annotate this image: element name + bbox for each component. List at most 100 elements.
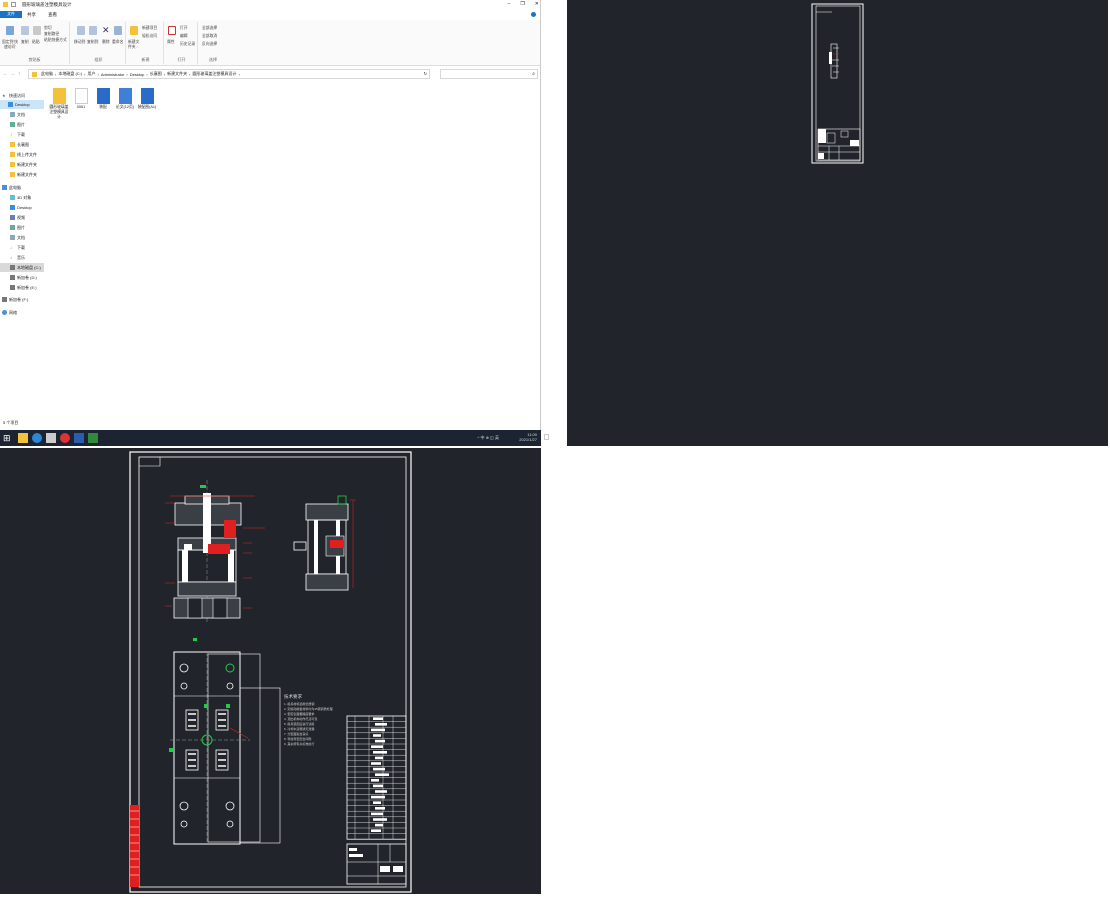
nav-item-drive-c[interactable]: 本地磁盘 (C:) [0,263,44,272]
note-line: 5. 模具装配后进行试模 [284,721,314,726]
tab-share[interactable]: 共享 [21,11,42,19]
nav-item-pictures[interactable]: 图片 [10,120,25,129]
file-item-dwg[interactable]: 装配图(A1) [136,88,158,110]
tray-icons[interactable]: ^ 中 ⊕ ◫ 英 [478,435,499,441]
music-icon: ♪ [10,255,12,260]
note-line: 2. 定模动模板材料均为45钢调质处理 [284,706,333,711]
nav-item-videos[interactable]: 视频 [10,213,25,222]
parts-list-cell-text [375,723,387,726]
nav-item-folder[interactable]: 长襄图 [10,140,29,149]
rename-button[interactable]: 重命名 [112,40,123,45]
app-icon[interactable] [46,433,56,443]
parts-list-cell-text [373,767,385,771]
refresh-icon[interactable]: ↻ [424,71,427,76]
file-item-blank[interactable]: 0061 [70,88,92,109]
minimize-button[interactable]: – [508,1,511,7]
breadcrumb-item[interactable]: 长襄图 [150,71,162,77]
nav-item-folder[interactable]: 线上传文件 [10,150,37,159]
breadcrumb-item[interactable]: Administrator [101,72,125,77]
close-button[interactable]: ✕ [535,1,539,7]
select-none-button[interactable]: 全部取消 [202,34,217,39]
breadcrumb-item[interactable]: 圆形玻璃盖注塑模具设计 [192,71,236,77]
parts-list-cell-text [375,790,387,793]
open-button[interactable]: 打开 [180,26,188,31]
browser-icon[interactable] [32,433,42,443]
nav-item-music[interactable]: ♪ 音乐 [10,253,25,262]
nav-item-pictures[interactable]: 图片 [10,223,25,232]
nav-this-pc[interactable]: 此电脑 [2,183,21,192]
nav-item-3d-objects[interactable]: 3D 对象 [10,193,31,202]
breadcrumb-item[interactable]: 本地磁盘 (C:) [58,71,82,77]
move-to-button[interactable]: 移动到 [74,40,85,45]
properties-button[interactable]: 属性 [167,40,175,45]
search-input[interactable]: ⌕ [440,69,538,79]
parts-list-cell-text [373,734,381,737]
excel-icon[interactable] [88,433,98,443]
nav-item-drive-d[interactable]: 新加卷 (D:) [10,273,37,282]
edit-button[interactable]: 编辑 [180,34,188,39]
breadcrumb-item[interactable]: 用户 [87,71,95,77]
file-item-folder[interactable]: 圆形玻璃盖注塑模具设计 [48,88,70,120]
nav-item-folder[interactable]: 新建文件夹 [10,160,37,169]
help-icon[interactable] [531,12,536,17]
nav-label: Desktop [17,205,32,210]
paste-button[interactable]: 粘贴 [32,40,40,45]
file-item-dwg[interactable]: 装配 [92,88,114,110]
paste-shortcut-button[interactable]: 粘贴快捷方式 [44,38,67,43]
new-item-button[interactable]: 新建项目 [142,26,157,31]
address-bar[interactable]: 此电脑 › 本地磁盘 (C:) › 用户 › Administrator › Deskt… [28,69,430,79]
windows-start-icon[interactable]: ⊞ [3,433,13,443]
nav-item-drive-e[interactable]: 新加卷 (E:) [10,283,37,292]
breadcrumb-item[interactable]: 新建文件夹 [167,71,187,77]
nav-item-folder[interactable]: 新建文件夹 [10,170,37,179]
technical-notes: 技术要求 1. 模具材料选用优质钢 2. 定模动模板材料均为45钢调质处理 3.… [284,693,333,746]
pictures-icon [10,225,15,230]
drive-icon [2,297,7,302]
parts-list-cell-text [371,829,381,832]
tab-file[interactable]: 文件 [0,11,22,18]
word-icon[interactable] [74,433,84,443]
notification-icon[interactable] [544,434,549,440]
cad-viewport-assembly-drawing[interactable]: 技术要求 1. 模具材料选用优质钢 2. 定模动模板材料均为45钢调质处理 3.… [0,448,541,894]
copy-to-button[interactable]: 复制到 [87,40,98,45]
parts-list-cell-text [375,756,383,760]
tab-view[interactable]: 查看 [42,11,63,19]
forward-arrow-icon[interactable]: → [10,71,15,77]
parts-list-cell-text [375,739,385,743]
file-item-doc[interactable]: 论文(12页) [114,88,136,110]
nav-network[interactable]: 网络 [2,308,17,317]
clock-date[interactable]: 2021/1/27 [519,437,537,442]
breadcrumb-item[interactable]: Desktop [130,72,145,77]
breadcrumb-item[interactable]: 此电脑 [41,71,53,77]
nav-quick-access[interactable]: ★ 快速访问 [2,91,25,100]
easy-access-button[interactable]: 轻松访问 [142,34,157,39]
invert-selection-button[interactable]: 反向选择 [202,42,217,47]
new-folder-button[interactable]: 新建文件夹 [128,40,140,50]
cut-button[interactable]: 剪切 [44,26,52,31]
pin-quick-access-button[interactable]: 固定到'快速访问' [1,40,19,50]
file-list: 圆形玻璃盖注塑模具设计 0061 装配 论文(12页) 装配图(A1) [46,84,540,419]
properties-icon [168,26,176,35]
nav-item-desktop[interactable]: Desktop [0,100,44,109]
copy-path-button[interactable]: 复制路径 [44,32,59,37]
folder-icon [32,72,37,77]
delete-button[interactable]: 删除 [102,40,110,45]
properties-quick-icon[interactable] [11,2,16,7]
history-button[interactable]: 历史记录 [180,42,195,47]
nav-item-downloads[interactable]: ↓ 下载 [10,130,25,139]
nav-item-documents[interactable]: 文档 [10,233,25,242]
up-arrow-icon[interactable]: ↑ [18,71,21,77]
back-arrow-icon[interactable]: ← [3,71,8,77]
copy-button[interactable]: 复制 [21,40,29,45]
file-explorer-icon[interactable] [18,433,28,443]
nav-item-documents[interactable]: 文档 [10,110,25,119]
maximize-button[interactable]: ❐ [520,1,524,7]
nav-item-drive-f[interactable]: 新加卷 (F:) [2,295,28,304]
cad-viewport-part-drawing[interactable] [567,0,1108,446]
nav-item-downloads[interactable]: ↓ 下载 [10,243,25,252]
nav-item-desktop[interactable]: Desktop [10,203,32,212]
chrome-icon[interactable] [60,433,70,443]
select-all-button[interactable]: 全部选择 [202,26,217,31]
organize-group-label: 组织 [94,57,103,62]
network-icon [2,310,7,315]
